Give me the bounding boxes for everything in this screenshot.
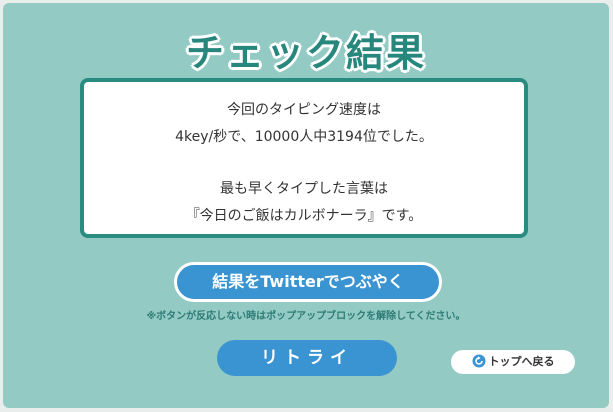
page-title: チェック結果 [185, 31, 426, 75]
result-speed-label: 今回のタイピング速度は [227, 102, 381, 118]
result-speed-rank: 4key/秒で、10000人中3194位でした。 [175, 129, 433, 145]
result-panel: チェック結果 今回のタイピング速度は 4key/秒で、10000人中3194位で… [3, 3, 609, 408]
result-box: 今回のタイピング速度は 4key/秒で、10000人中3194位でした。 最も早… [80, 78, 528, 238]
back-to-top-label: トップへ戻る [488, 355, 555, 368]
result-fastest-word: 『今日のご飯はカルボナーラ』です。 [185, 208, 423, 224]
retry-button[interactable]: リトライ [217, 340, 397, 376]
refresh-icon [472, 353, 486, 368]
tweet-result-button[interactable]: 結果をTwitterでつぶやく [174, 262, 442, 302]
popup-block-note: ※ボタンが反応しない時はポップアップブロックを解除してください。 [146, 311, 466, 322]
result-fastest-label: 最も早くタイプした言葉は [220, 181, 388, 197]
back-to-top-button[interactable]: トップへ戻る [451, 350, 575, 374]
